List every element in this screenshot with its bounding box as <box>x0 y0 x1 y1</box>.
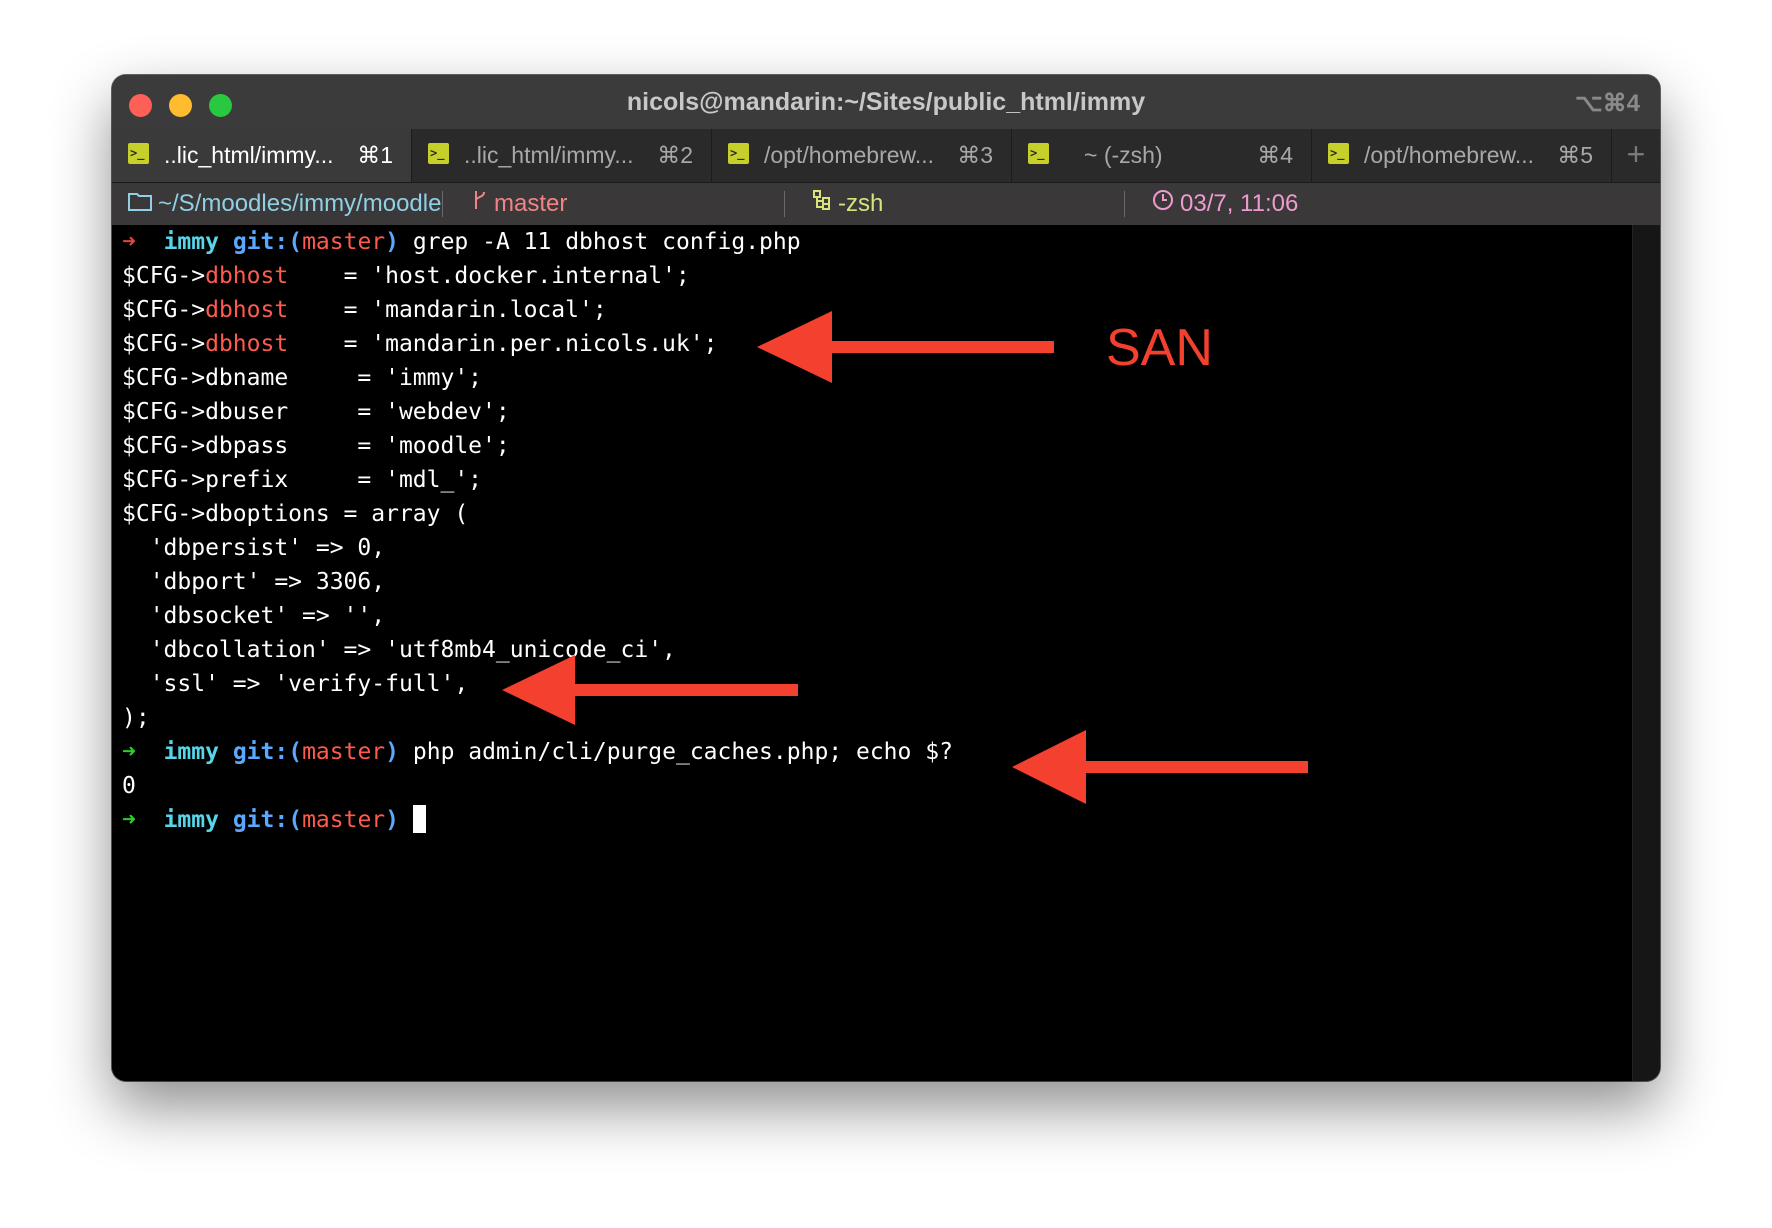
annotation-label: SAN <box>1106 319 1213 377</box>
annotation-arrow-purge <box>1012 730 1308 804</box>
annotation-layer <box>502 311 1308 804</box>
annotation-arrow-san <box>757 311 1054 383</box>
annotation-arrow-ssl <box>502 655 798 725</box>
